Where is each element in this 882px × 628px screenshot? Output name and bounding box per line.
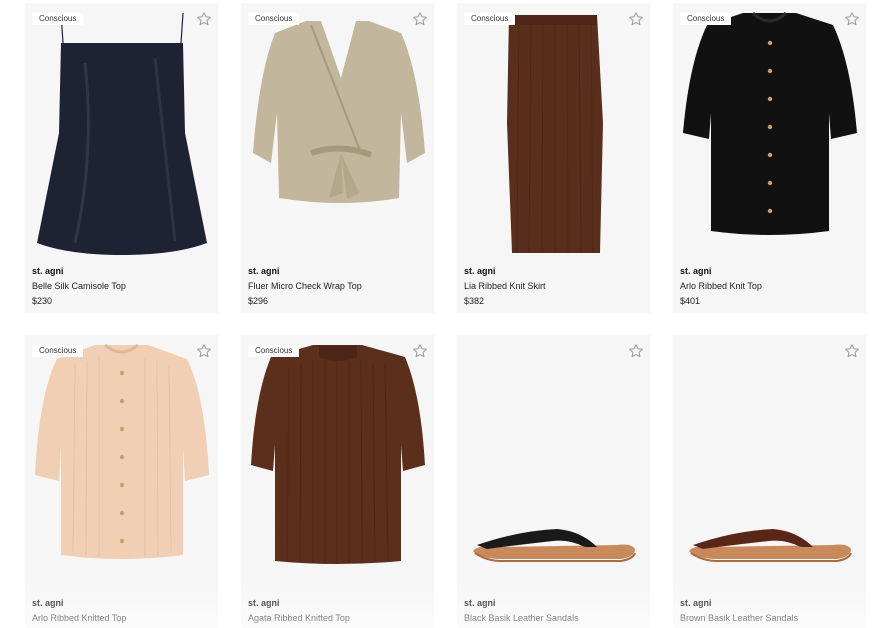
product-brand: st. agni xyxy=(248,598,280,608)
product-price: $296 xyxy=(248,296,269,306)
conscious-badge: Conscious xyxy=(248,345,300,357)
product-brand: st. agni xyxy=(464,598,496,608)
product-name[interactable]: Lia Ribbed Knit Skirt xyxy=(464,281,643,292)
star-icon[interactable] xyxy=(628,11,644,27)
product-price: $401 xyxy=(680,296,701,306)
product-brand: st. agni xyxy=(248,266,280,276)
conscious-badge: Conscious xyxy=(680,13,732,25)
product-image[interactable] xyxy=(457,335,650,593)
star-icon[interactable] xyxy=(196,11,212,27)
product-card[interactable]: Conscious st. agni Fluer Micro Check Wra… xyxy=(241,3,434,313)
product-image[interactable] xyxy=(673,335,866,593)
product-price: $382 xyxy=(464,296,485,306)
product-brand: st. agni xyxy=(464,266,496,276)
product-image[interactable]: Conscious xyxy=(457,3,650,261)
conscious-badge: Conscious xyxy=(464,13,516,25)
product-brand: st. agni xyxy=(32,266,64,276)
conscious-badge: Conscious xyxy=(32,13,84,25)
camisole-top-icon xyxy=(37,12,207,255)
product-card[interactable]: Conscious st. agni Belle Silk Camisole T… xyxy=(25,3,218,313)
sandal-icon xyxy=(689,529,852,562)
star-icon[interactable] xyxy=(844,343,860,359)
product-image[interactable]: Conscious xyxy=(25,335,218,593)
product-card[interactable]: st. agni Brown Basik Leather Sandals xyxy=(673,335,866,628)
product-card[interactable]: Conscious st. agni Arlo Ribbed Knitted T… xyxy=(25,335,218,628)
product-brand: st. agni xyxy=(680,266,712,276)
star-icon[interactable] xyxy=(412,343,428,359)
star-icon[interactable] xyxy=(628,343,644,359)
star-icon[interactable] xyxy=(844,11,860,27)
conscious-badge: Conscious xyxy=(32,345,84,357)
product-name[interactable]: Arlo Ribbed Knit Top xyxy=(680,281,859,292)
conscious-badge: Conscious xyxy=(248,13,300,25)
product-name[interactable]: Arlo Ribbed Knitted Top xyxy=(32,613,211,624)
product-name[interactable]: Agata Ribbed Knitted Top xyxy=(248,613,427,624)
cardigan-top-icon xyxy=(35,343,209,559)
cardigan-top-icon xyxy=(683,11,857,235)
star-icon[interactable] xyxy=(412,11,428,27)
product-name[interactable]: Brown Basik Leather Sandals xyxy=(680,613,859,624)
product-name[interactable]: Black Basik Leather Sandals xyxy=(464,613,643,624)
star-icon[interactable] xyxy=(196,343,212,359)
product-image[interactable]: Conscious xyxy=(25,3,218,261)
knit-tee-icon xyxy=(251,345,425,564)
wrap-top-icon xyxy=(253,21,425,203)
product-name[interactable]: Belle Silk Camisole Top xyxy=(32,281,211,292)
product-brand: st. agni xyxy=(680,598,712,608)
product-image[interactable]: Conscious xyxy=(673,3,866,261)
product-price: $230 xyxy=(32,296,53,306)
product-image[interactable]: Conscious xyxy=(241,3,434,261)
product-card[interactable]: Conscious st. agni Lia Ribbed Knit Skirt… xyxy=(457,3,650,313)
product-card[interactable]: st. agni Black Basik Leather Sandals xyxy=(457,335,650,628)
sandal-icon xyxy=(473,529,636,562)
product-image[interactable]: Conscious xyxy=(241,335,434,593)
product-name[interactable]: Fluer Micro Check Wrap Top xyxy=(248,281,427,292)
product-card[interactable]: Conscious st. agni Agata Ribbed Knitted … xyxy=(241,335,434,628)
product-brand: st. agni xyxy=(32,598,64,608)
pencil-skirt-icon xyxy=(507,15,603,253)
product-card[interactable]: Conscious st. agni Arlo Ribbed Knit Top … xyxy=(673,3,866,313)
